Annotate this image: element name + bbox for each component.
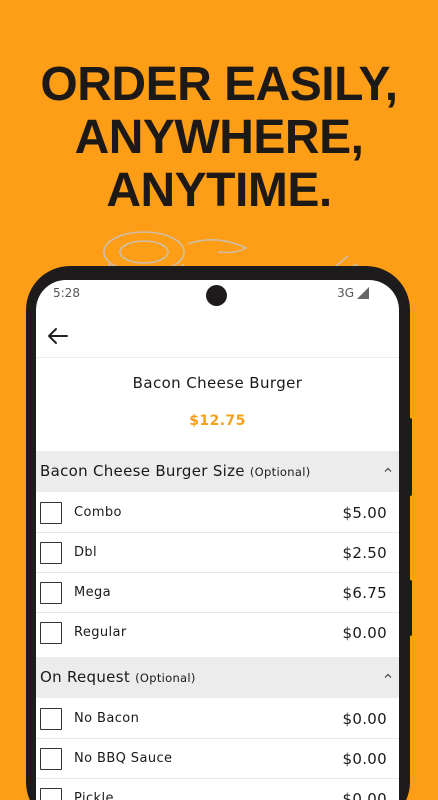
phone-side-button-bottom (406, 580, 412, 636)
toolbar-divider (36, 357, 399, 358)
network-label: 3G (337, 286, 354, 300)
option-label: No Bacon (74, 711, 140, 726)
option-price: $0.00 (342, 710, 387, 728)
status-bar: 5:28 3G (36, 280, 399, 310)
option-price: $0.00 (342, 790, 387, 800)
option-row-dbl[interactable]: Dbl $2.50 (36, 533, 399, 573)
option-price: $2.50 (342, 544, 387, 562)
toolbar (36, 316, 399, 356)
arrow-left-icon[interactable] (42, 320, 74, 352)
checkbox[interactable] (40, 622, 62, 644)
checkbox[interactable] (40, 582, 62, 604)
phone-screen: 5:28 3G Bacon Cheese Burger $12.75 Bacon… (36, 280, 399, 800)
section-title: On Request (Optional) (40, 668, 196, 686)
option-row-no-bacon[interactable]: No Bacon $0.00 (36, 699, 399, 739)
option-row-pickle[interactable]: Pickle $0.00 (36, 779, 399, 800)
checkbox[interactable] (40, 542, 62, 564)
checkbox[interactable] (40, 502, 62, 524)
option-row-no-bbq-sauce[interactable]: No BBQ Sauce $0.00 (36, 739, 399, 779)
checkbox[interactable] (40, 788, 62, 800)
option-label: Dbl (74, 545, 98, 560)
option-price: $0.00 (342, 750, 387, 768)
section-title: Bacon Cheese Burger Size (Optional) (40, 462, 311, 480)
status-indicators: 3G (337, 286, 369, 300)
item-price: $12.75 (189, 413, 246, 429)
checkbox[interactable] (40, 748, 62, 770)
option-price: $0.00 (342, 624, 387, 642)
option-price: $6.75 (342, 584, 387, 602)
chevron-up-icon[interactable] (383, 465, 393, 475)
option-label: Pickle (74, 791, 114, 800)
headline-line-2: ANYWHERE, (74, 111, 364, 164)
option-label: Mega (74, 585, 112, 600)
headline-line-3: ANYTIME. (106, 164, 332, 217)
optional-label: (Optional) (135, 671, 196, 685)
status-time: 5:28 (53, 286, 80, 300)
camera-cutout (206, 285, 227, 306)
section-header-size[interactable]: Bacon Cheese Burger Size (Optional) (36, 451, 399, 492)
chevron-up-icon[interactable] (383, 671, 393, 681)
section-title-text: On Request (40, 668, 131, 686)
promo-headline: ORDER EASILY, ANYWHERE, ANYTIME. (0, 58, 438, 217)
optional-label: (Optional) (249, 465, 311, 479)
checkbox[interactable] (40, 708, 62, 730)
option-label: Regular (74, 625, 127, 640)
phone-side-button-top (406, 418, 412, 496)
section-header-on-request[interactable]: On Request (Optional) (36, 657, 399, 698)
option-row-mega[interactable]: Mega $6.75 (36, 573, 399, 613)
option-row-regular[interactable]: Regular $0.00 (36, 613, 399, 653)
signal-icon (357, 287, 369, 299)
headline-line-1: ORDER EASILY, (40, 58, 398, 111)
option-label: No BBQ Sauce (74, 751, 173, 766)
item-title: Bacon Cheese Burger (132, 374, 303, 392)
option-row-combo[interactable]: Combo $5.00 (36, 493, 399, 533)
section-title-text: Bacon Cheese Burger Size (40, 462, 245, 480)
option-label: Combo (74, 505, 122, 520)
option-price: $5.00 (342, 504, 387, 522)
